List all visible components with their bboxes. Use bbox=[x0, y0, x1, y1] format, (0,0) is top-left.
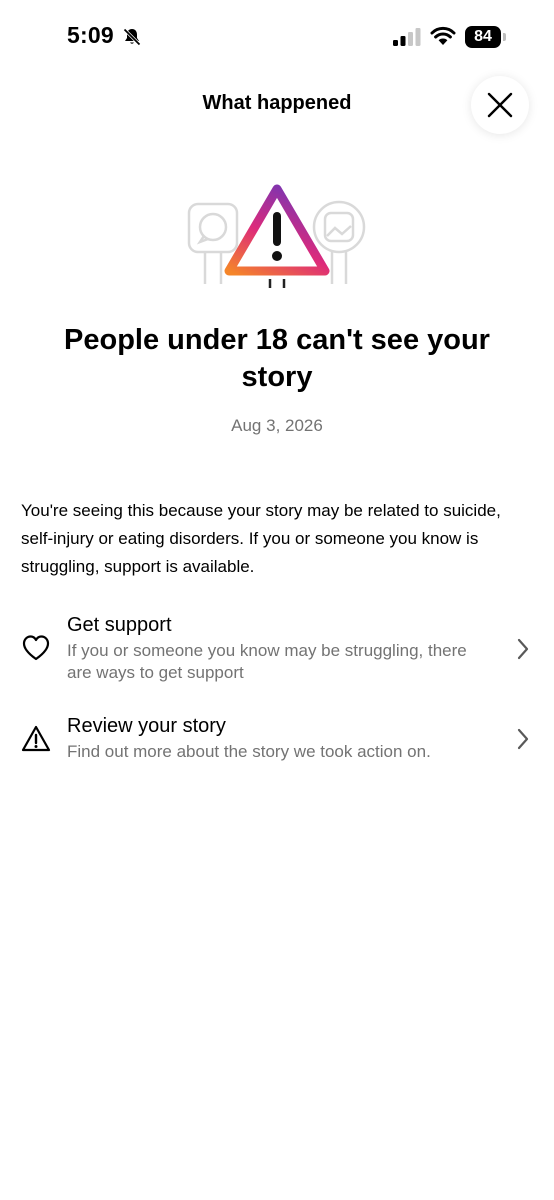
bell-slash-icon bbox=[123, 28, 141, 46]
review-story-description: Find out more about the story we took ac… bbox=[67, 742, 431, 761]
warning-icon bbox=[21, 725, 51, 752]
review-story-row[interactable]: Review your story Find out more about th… bbox=[0, 705, 554, 775]
chevron-right-icon bbox=[517, 728, 529, 750]
get-support-description: If you or someone you know may be strugg… bbox=[67, 641, 467, 682]
warning-illustration bbox=[187, 184, 366, 288]
warning-triangle-icon bbox=[224, 184, 330, 288]
explanation-text: You're seeing this because your story ma… bbox=[21, 501, 501, 576]
cellular-signal-icon bbox=[393, 28, 421, 46]
heart-icon bbox=[22, 635, 50, 661]
review-story-title: Review your story bbox=[67, 715, 226, 737]
close-button[interactable] bbox=[471, 76, 529, 134]
close-icon bbox=[487, 92, 513, 118]
get-support-row[interactable]: Get support If you or someone you know m… bbox=[0, 605, 554, 695]
status-time: 5:09 bbox=[67, 22, 114, 48]
status-bar: 5:09 84 bbox=[0, 0, 554, 70]
wifi-icon bbox=[430, 26, 456, 45]
get-support-title: Get support bbox=[67, 614, 172, 636]
battery-icon: 84 bbox=[465, 26, 507, 48]
battery-level: 84 bbox=[465, 26, 501, 48]
headline: People under 18 can't see your story bbox=[64, 324, 490, 393]
chevron-right-icon bbox=[517, 638, 529, 660]
action-date: Aug 3, 2026 bbox=[231, 416, 323, 435]
